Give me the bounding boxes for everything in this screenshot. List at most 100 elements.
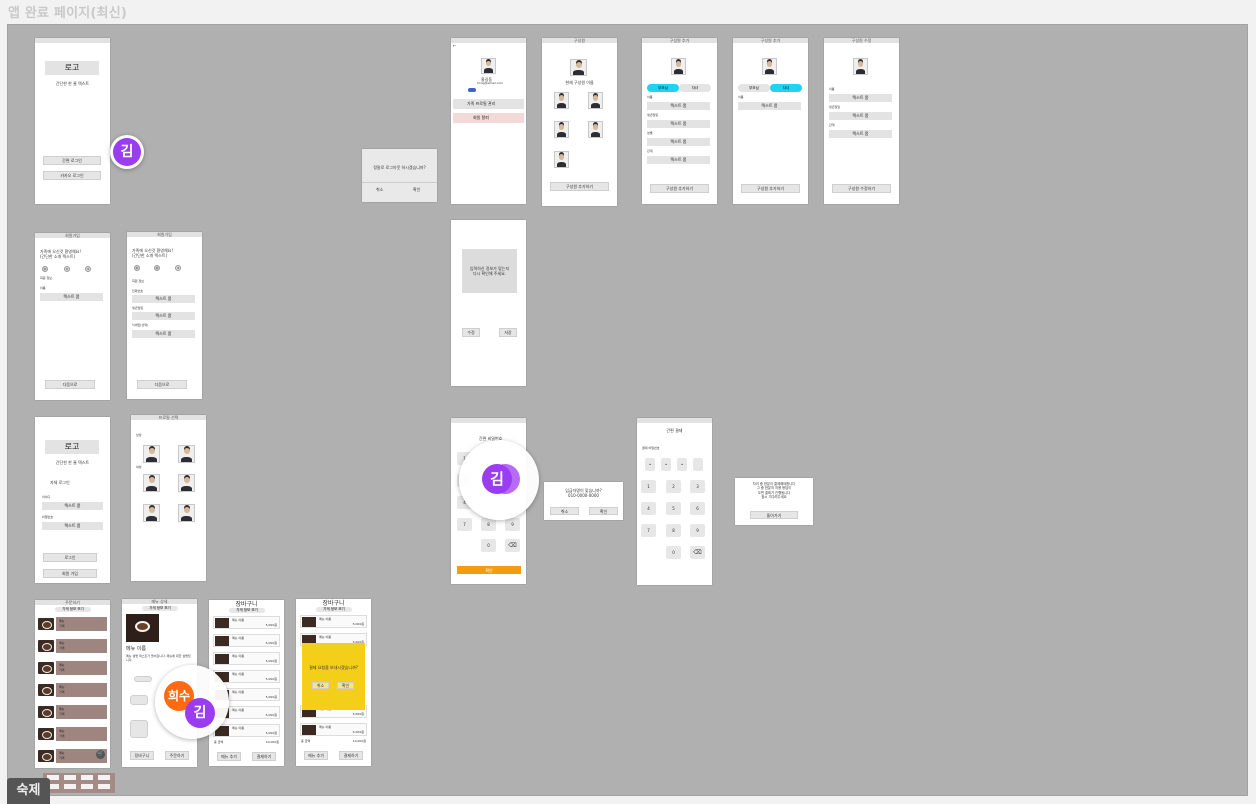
backspace-icon[interactable]: ⌫ (690, 546, 705, 559)
key-4[interactable]: 4 (641, 502, 656, 515)
profile-select-screen[interactable]: 프로필 선택 남성 여성 (131, 415, 206, 581)
key-2[interactable]: 2 (666, 480, 681, 493)
tab-parent[interactable]: 부모님 (738, 84, 770, 92)
cart-item[interactable]: 메뉴 이름5,000원 (213, 724, 280, 737)
id-field[interactable]: 텍스트 폼 (42, 502, 103, 510)
add-member-button[interactable]: 구성원 추가하기 (741, 184, 800, 193)
key-8[interactable]: 8 (481, 518, 496, 531)
member-avatar[interactable] (554, 121, 569, 138)
add-member-button[interactable]: 구성원 추가하기 (650, 184, 709, 193)
pay-button[interactable]: 결제하기 (252, 752, 276, 761)
menu-family-profile[interactable]: 가족 프로필 관리 (453, 99, 524, 109)
member-avatar[interactable] (554, 92, 569, 109)
call-popup[interactable]: 입금자명이 맞습니까? 010-0000-0000 취소 확인 (544, 482, 623, 520)
cart-screen-popup[interactable]: 장바구니 가게 정보 보기 메뉴 이름5,000원 메뉴 이름5,000원 메뉴… (296, 599, 371, 766)
edit-button[interactable]: 수정 (462, 328, 480, 337)
call-cancel-button[interactable]: 취소 (550, 507, 579, 515)
member-avatar[interactable] (588, 92, 603, 109)
back-icon[interactable]: ← (453, 43, 456, 48)
kakao-login-button[interactable]: 카카오 로그인 (43, 171, 101, 180)
signup-button[interactable]: 회원 가입 (43, 569, 97, 578)
member-edit-screen[interactable]: 구성원 수정 이름 텍스트 폼 생년월일 텍스트 폼 관계 텍스트 폼 구성원 … (824, 38, 899, 204)
member-add-screen-2[interactable]: 구성원 추가 부모님 자녀 이름 텍스트 폼 구성원 추가하기 (733, 38, 808, 204)
birth-field[interactable]: 텍스트 폼 (132, 312, 195, 320)
back-button[interactable]: 돌아가기 (750, 511, 798, 519)
popup-cancel-button[interactable]: 취소 (376, 187, 383, 192)
store-info-chip[interactable]: 가게 정보 보기 (229, 608, 265, 613)
mypage-screen[interactable]: ← 홍길동 hong@email.com 가족 프로필 관리 회원 탈퇴 (451, 38, 526, 204)
popup-confirm-button[interactable]: 확인 (413, 187, 420, 192)
name-field[interactable]: 텍스트 폼 (738, 102, 801, 110)
waiting-popup[interactable]: 자녀 중 한분이 결제해야합니다 그 중 한분의 허용 응답이 오면 결제가 진… (735, 478, 813, 525)
login-button[interactable]: 로그인 (43, 553, 97, 562)
menu-withdraw[interactable]: 회원 탈퇴 (453, 113, 524, 123)
simple-login-button[interactable]: 간편 로그인 (43, 156, 101, 165)
canvas[interactable]: 로고 간단한 한 줄 텍스트 간편 로그인 카카오 로그인 정말로 로그아웃 하… (7, 24, 1248, 796)
add-menu-button[interactable]: 메뉴 추가 (217, 752, 241, 761)
signup-screen-1[interactable]: 회원가입 가족에 오신것 환영해요! (간단한 소개 텍스트) 1 2 3 회원… (35, 233, 110, 400)
relation-field[interactable]: 텍스트 폼 (647, 156, 710, 164)
birth-field[interactable]: 텍스트 폼 (829, 112, 892, 120)
store-info-chip[interactable]: 가게 정보 보기 (142, 606, 178, 611)
name-field[interactable]: 텍스트 폼 (647, 102, 710, 110)
cart-item[interactable]: 메뉴 이름5,000원 (300, 615, 367, 628)
payment-request-popup[interactable]: 결제 요청을 보내시겠습니까? 취소 확인 (302, 643, 365, 710)
member-add-screen[interactable]: 구성원 추가 부모님 자녀 이름 텍스트 폼 생년월일 텍스트 폼 성별 텍스트… (642, 38, 717, 204)
next-button[interactable]: 다음으로 (45, 380, 95, 389)
store-info-chip[interactable]: 가게 정보 보기 (55, 607, 91, 612)
profile-option[interactable] (178, 504, 195, 522)
menu-row[interactable]: 메뉴 가격 (38, 683, 107, 697)
phone-field[interactable]: 텍스트 폼 (132, 295, 195, 303)
key-7[interactable]: 7 (457, 518, 472, 531)
menu-row[interactable]: 메뉴 가격 (38, 617, 107, 631)
key-5[interactable]: 5 (666, 502, 681, 515)
logout-popup[interactable]: 정말로 로그아웃 하시겠습니까? 취소 확인 (362, 149, 437, 202)
key-1[interactable]: 1 (641, 480, 656, 493)
next-button[interactable]: 다음으로 (137, 380, 187, 389)
profile-option[interactable] (178, 445, 195, 463)
add-menu-button[interactable]: 메뉴 추가 (304, 751, 328, 760)
option-chip[interactable] (134, 676, 152, 682)
name-field[interactable]: 텍스트 폼 (40, 293, 103, 301)
menu-row[interactable]: 메뉴 가격 (38, 705, 107, 719)
nickname-field[interactable]: 텍스트 폼 (132, 330, 195, 338)
confirm-screen[interactable]: 입력하신 정보가 맞는지 다시 확인해 주세요. 수정 저장 (451, 220, 526, 386)
add-member-button[interactable]: 구성원 추가하기 (550, 182, 609, 191)
password-field[interactable]: 텍스트 폼 (42, 522, 103, 530)
signup-screen-2[interactable]: 회원가입 가족에 오신것 환영해요! (간단한 소개 텍스트) 1 2 3 회원… (127, 232, 202, 399)
menu-row[interactable]: 메뉴 가격 (38, 639, 107, 653)
key-3[interactable]: 3 (690, 480, 705, 493)
call-ok-button[interactable]: 확인 (589, 507, 618, 515)
member-avatar[interactable] (853, 58, 868, 75)
cart-item[interactable]: 메뉴 이름5,000원 (213, 634, 280, 647)
backspace-icon[interactable]: ⌫ (505, 539, 520, 552)
tab-parent[interactable]: 부모님 (647, 84, 679, 92)
login-screen-2[interactable]: 로고 간단한 한 줄 텍스트 자체 로그인 아이디 텍스트 폼 비밀번호 텍스트… (35, 417, 110, 583)
profile-option[interactable] (143, 445, 160, 463)
keypad-submit-button[interactable]: 확인 (457, 566, 521, 574)
homework-label[interactable]: 숙제 (7, 778, 50, 804)
menu-row[interactable]: 메뉴 가격 (38, 727, 107, 741)
order-button[interactable]: 주문하기 (165, 751, 189, 760)
cart-fab-icon[interactable]: 🛒 (96, 750, 105, 759)
key-8[interactable]: 8 (666, 524, 681, 537)
store-info-chip[interactable]: 가게 정보 보기 (316, 607, 352, 612)
profile-option[interactable] (178, 474, 195, 492)
member-avatar[interactable] (762, 58, 777, 75)
key-7[interactable]: 7 (641, 524, 656, 537)
cart-item[interactable]: 메뉴 이름5,000원 (300, 723, 367, 736)
key-0[interactable]: 0 (666, 546, 681, 559)
key-0[interactable]: 0 (481, 539, 496, 552)
key-6[interactable]: 6 (690, 502, 705, 515)
option-chip[interactable] (130, 720, 148, 738)
cart-item[interactable]: 메뉴 이름5,000원 (213, 652, 280, 665)
payment-keypad-screen[interactable]: 간편 결제 결제 비밀번호 • • • 1 2 3 4 5 6 7 8 9 0 … (637, 418, 712, 585)
save-button[interactable]: 저장 (499, 328, 517, 337)
key-9[interactable]: 9 (505, 518, 520, 531)
option-chip[interactable] (130, 695, 148, 705)
cart-button[interactable]: 장바구니 (130, 751, 154, 760)
login-screen[interactable]: 로고 간단한 한 줄 텍스트 간편 로그인 카카오 로그인 (35, 38, 110, 204)
tab-child[interactable]: 자녀 (770, 84, 802, 92)
members-screen[interactable]: 구성원 현재 구성원 이름 구성원 추가하기 (542, 38, 617, 206)
member-avatar[interactable] (554, 151, 569, 168)
